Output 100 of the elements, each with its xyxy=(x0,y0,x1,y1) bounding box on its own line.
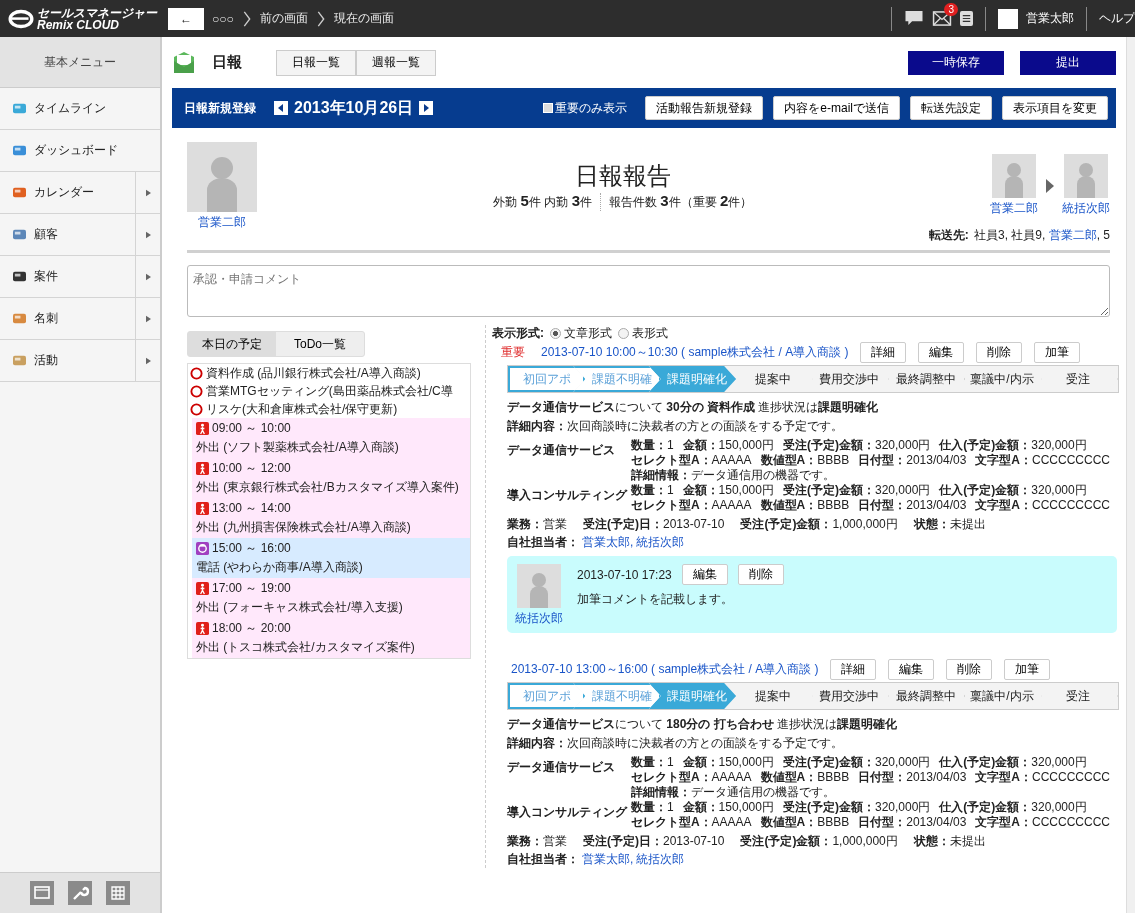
field-text: 仕入(予定)金額：320,000円 xyxy=(939,438,1087,453)
field-text: 日付型：2013/04/03 xyxy=(858,498,967,513)
list-icon[interactable] xyxy=(960,11,973,26)
sidebar-item[interactable]: 名刺 xyxy=(0,298,160,340)
user-avatar[interactable] xyxy=(998,8,1018,29)
next-icon[interactable] xyxy=(419,101,434,115)
walking-person-icon xyxy=(196,421,209,435)
grid-icon[interactable] xyxy=(106,881,130,905)
chevron-icon xyxy=(241,9,252,28)
schedule-event[interactable]: 09:00 ～ 10:00 外出 (ソフト製薬株式会社/A導入商談) xyxy=(192,418,470,458)
tab[interactable]: 週報一覧 xyxy=(356,49,436,76)
field-text: 受注(予定)金額：320,000円 xyxy=(782,800,931,815)
tab[interactable]: 日報一覧 xyxy=(276,49,356,76)
entry-button[interactable]: 削除 xyxy=(976,342,1023,363)
display-label: 表示形式: xyxy=(492,325,544,342)
schedule-event[interactable]: 18:00 ～ 20:00 外出 (トスコ株式会社/カスタマイズ案件) xyxy=(192,618,470,658)
summary-text: データ通信サービスについて 30分の 資料作成 進捗状況は課題明確化 xyxy=(507,399,880,416)
owner-link[interactable]: 営業太郎, xyxy=(582,851,634,868)
schedule-event[interactable]: 17:00 ～ 19:00 外出 (フォーキャス株式会社/導入支援) xyxy=(192,578,470,618)
card-icon xyxy=(12,312,27,325)
radio-option[interactable]: 表形式 xyxy=(618,325,668,342)
action-button[interactable]: 一時保存 xyxy=(908,50,1004,75)
comment-text: 加筆コメントを記載します。 xyxy=(577,591,734,608)
owner-link[interactable]: 統括次郎 xyxy=(636,851,685,868)
page-title: 日報 xyxy=(212,53,242,72)
wrench-icon[interactable] xyxy=(68,881,92,905)
detail-text: 詳細内容：次回商談時に決裁者の方との面談をする予定です。 xyxy=(507,735,844,752)
entry-button[interactable]: 編集 xyxy=(918,342,965,363)
sidebar-item[interactable]: 活動 xyxy=(0,340,160,382)
logo-text: セールスマネージャー xyxy=(37,6,157,19)
field-text: 数値型A：BBBB xyxy=(760,498,850,513)
todo-text[interactable]: リスケ(大和倉庫株式会社/保守更新) xyxy=(206,401,398,417)
schedule-event[interactable]: 15:00 ～ 16:00 電話 (やわらか商事/A導入商談) xyxy=(192,538,470,578)
user-name[interactable]: 営業太郎 xyxy=(1026,10,1074,27)
previous-icon[interactable] xyxy=(274,101,288,115)
field-text: 文字型A：CCCCCCCCC xyxy=(975,815,1110,830)
forward-link[interactable]: 営業二郎 xyxy=(1048,228,1097,242)
todo-text[interactable]: 資料作成 (品川銀行株式会社/A導入商談) xyxy=(206,365,421,381)
tab[interactable]: 本日の予定 xyxy=(188,332,276,356)
comment-button[interactable]: 編集 xyxy=(681,564,728,585)
field-text: 文字型A：CCCCCCCCC xyxy=(975,498,1110,513)
avatar-silhouette xyxy=(992,154,1036,198)
important-only-checkbox[interactable]: 重要のみ表示 xyxy=(543,99,628,117)
todo-text[interactable]: 営業MTGセッティング(島田薬品株式会社/C導 xyxy=(206,383,453,399)
schedule-event[interactable]: 13:00 ～ 14:00 外出 (九州損害保険株式会社/A導入商談) xyxy=(192,498,470,538)
toolbar-button[interactable]: 内容をe-mailで送信 xyxy=(773,96,900,120)
field-text: 数値型A：BBBB xyxy=(760,815,850,830)
event-text: 外出 (九州損害保険株式会社/A導入商談) xyxy=(196,519,411,536)
logo-icon xyxy=(8,8,34,29)
author-link[interactable]: 営業二郎 xyxy=(198,214,246,231)
sidebar-item[interactable]: カレンダー xyxy=(0,172,160,214)
back-button[interactable]: ← xyxy=(168,7,204,30)
entry-button[interactable]: 加筆 xyxy=(1034,342,1081,363)
comment-button[interactable]: 削除 xyxy=(737,564,784,585)
breadcrumb-link[interactable]: ○○○ xyxy=(212,11,234,26)
comment-time: 2013-07-10 17:23 xyxy=(577,567,672,582)
field-text: セレクト型A：AAAAA xyxy=(630,453,752,468)
author-link[interactable]: 統括次郎 xyxy=(515,610,563,627)
walking-person-icon xyxy=(196,581,209,595)
breadcrumb-link[interactable]: 前の画面 xyxy=(259,10,308,27)
toolbar-button[interactable]: 活動報告新規登録 xyxy=(645,96,764,120)
entry-button[interactable]: 詳細 xyxy=(860,342,907,363)
owner-link[interactable]: 統括次郎 xyxy=(636,534,685,551)
breadcrumb-link[interactable]: 現在の画面 xyxy=(333,10,394,27)
date-label: 2013年10月26日 xyxy=(294,97,414,118)
tab[interactable]: ToDo一覧 xyxy=(276,332,364,356)
radio-option[interactable]: 文章形式 xyxy=(550,325,612,342)
schedule-event[interactable]: 10:00 ～ 12:00 外出 (東京銀行株式会社/Bカスタマイズ導入案件) xyxy=(192,458,470,498)
field-text: 文字型A：CCCCCCCCC xyxy=(975,770,1110,785)
field-text: 数量：1 xyxy=(630,438,674,453)
comment-field[interactable]: 承認・申請コメント xyxy=(187,265,1110,317)
action-button[interactable]: 提出 xyxy=(1020,50,1116,75)
entry-button[interactable]: 編集 xyxy=(888,659,935,680)
activity-link[interactable]: 2013-07-10 10:00～10:30 ( sample株式会社 / A導入商談 ) xyxy=(541,344,849,361)
sidebar-item[interactable]: 案件 xyxy=(0,256,160,298)
toolbar-button[interactable]: 表示項目を変更 xyxy=(1002,96,1108,120)
activity-link[interactable]: 2013-07-10 13:00～16:00 ( sample株式会社 / A導入商談 ) xyxy=(511,661,819,678)
field-text: 金額：150,000円 xyxy=(682,800,774,815)
field-text: 数量：1 xyxy=(630,483,674,498)
entry-button[interactable]: 詳細 xyxy=(830,659,877,680)
detail-text: 詳細内容：次回商談時に決裁者の方との面談をする予定です。 xyxy=(507,418,844,435)
field-text: 日付型：2013/04/03 xyxy=(858,770,967,785)
help-link[interactable]: ヘルプ xyxy=(1099,10,1135,27)
sidebar-item[interactable]: 顧客 xyxy=(0,214,160,256)
entry-button[interactable]: 加筆 xyxy=(1004,659,1051,680)
chat-icon[interactable] xyxy=(904,10,924,27)
approver-link[interactable]: 営業二郎 xyxy=(990,200,1038,217)
window-icon[interactable] xyxy=(30,881,54,905)
product-name: 導入コンサルティング xyxy=(507,487,629,504)
approver-link[interactable]: 統括次郎 xyxy=(1062,200,1110,217)
report-title: 日報報告 xyxy=(574,161,671,191)
entry-button[interactable]: 削除 xyxy=(946,659,993,680)
event-time: 10:00 ～ 12:00 xyxy=(212,460,291,477)
circle-icon xyxy=(190,366,203,380)
mail-icon[interactable] xyxy=(932,11,952,26)
toolbar-button[interactable]: 転送先設定 xyxy=(910,96,992,120)
sidebar-item[interactable]: タイムライン xyxy=(0,88,160,130)
sidebar-item[interactable]: ダッシュボード xyxy=(0,130,160,172)
owner-link[interactable]: 営業太郎, xyxy=(582,534,634,551)
field-text: 受注(予定)金額：320,000円 xyxy=(782,755,931,770)
